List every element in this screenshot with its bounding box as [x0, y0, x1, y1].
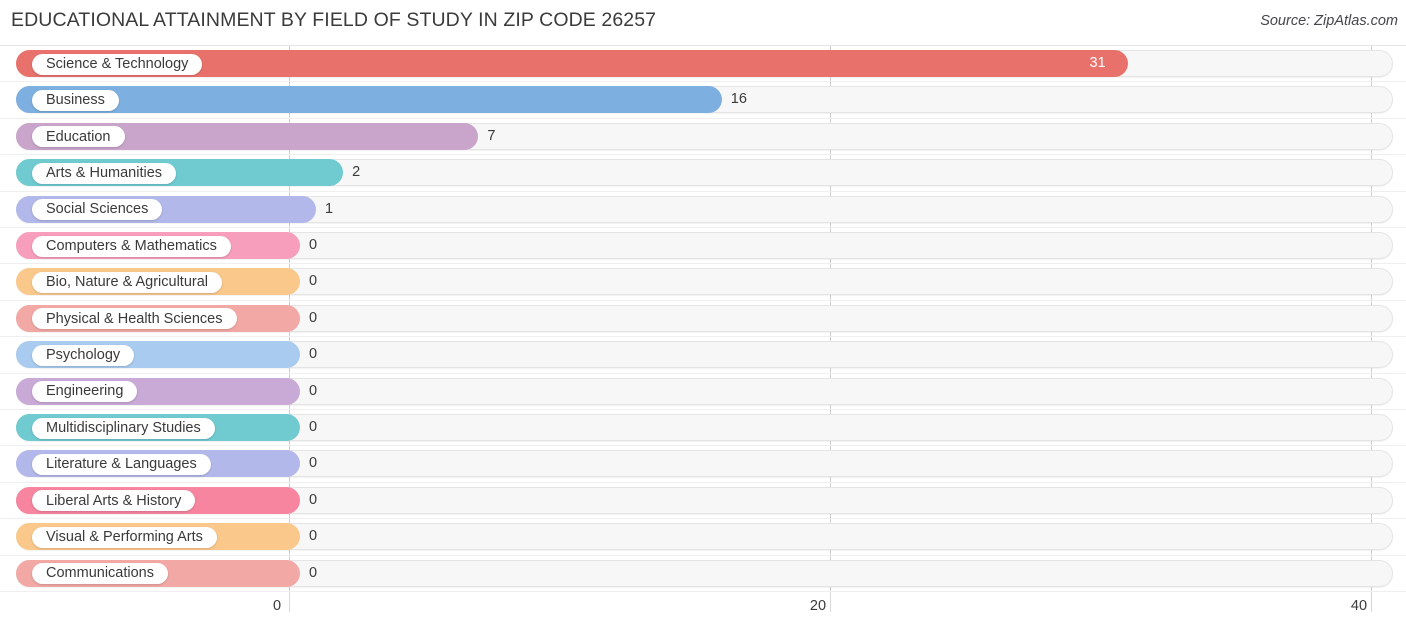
bar-row[interactable]: Visual & Performing Arts 0: [0, 519, 1406, 556]
bar-value-label: 7: [487, 127, 496, 144]
tick-mark-40: [1371, 592, 1372, 612]
bar-value-label: 0: [309, 273, 318, 290]
category-label-pill: Computers & Mathematics: [32, 235, 231, 257]
bar-row[interactable]: Physical & Health Sciences 0: [0, 301, 1406, 338]
category-label-pill: Education: [32, 126, 125, 148]
bar-value-label: 0: [309, 528, 318, 545]
x-tick-label: 20: [809, 598, 827, 614]
bar-value-label: 0: [309, 491, 318, 508]
category-label: Business: [46, 92, 105, 109]
category-label: Bio, Nature & Agricultural: [46, 274, 208, 291]
category-label: Communications: [46, 565, 154, 582]
category-label-pill: Physical & Health Sciences: [32, 308, 237, 330]
category-label: Physical & Health Sciences: [46, 310, 223, 327]
chart-header: EDUCATIONAL ATTAINMENT BY FIELD OF STUDY…: [0, 0, 1406, 46]
category-label: Psychology: [46, 346, 121, 363]
category-label: Multidisciplinary Studies: [46, 419, 201, 436]
category-label: Social Sciences: [46, 201, 149, 218]
category-label-pill: Arts & Humanities: [32, 162, 177, 184]
bar-value-label: 1: [325, 200, 334, 217]
bar-row[interactable]: Arts & Humanities 2: [0, 155, 1406, 192]
page-title: EDUCATIONAL ATTAINMENT BY FIELD OF STUDY…: [11, 9, 657, 31]
category-label-pill: Literature & Languages: [32, 453, 211, 475]
category-label-pill: Science & Technology: [32, 53, 203, 75]
chart-container: EDUCATIONAL ATTAINMENT BY FIELD OF STUDY…: [0, 0, 1406, 631]
category-label-pill: Liberal Arts & History: [32, 490, 196, 512]
tick-mark-20: [830, 592, 831, 612]
bar-value-label: 16: [730, 91, 747, 108]
bar-row[interactable]: Science & Technology 31: [0, 46, 1406, 83]
bar-value-label: 0: [309, 455, 318, 472]
bar-row[interactable]: Business 16: [0, 82, 1406, 119]
bar-value-label: 2: [352, 164, 361, 181]
bar-row[interactable]: Education 7: [0, 119, 1406, 156]
category-label: Arts & Humanities: [46, 164, 163, 181]
category-label-pill: Multidisciplinary Studies: [32, 417, 215, 439]
bar-row[interactable]: Engineering 0: [0, 374, 1406, 410]
category-label-pill: Communications: [32, 563, 168, 585]
category-label: Engineering: [46, 383, 124, 400]
category-label: Visual & Performing Arts: [46, 528, 203, 545]
bar-row[interactable]: Liberal Arts & History 0: [0, 483, 1406, 520]
category-label: Computers & Mathematics: [46, 237, 217, 254]
category-label-pill: Bio, Nature & Agricultural: [32, 271, 222, 293]
category-label-pill: Social Sciences: [32, 199, 163, 221]
category-label: Science & Technology: [46, 55, 189, 72]
category-label-pill: Engineering: [32, 381, 138, 403]
x-tick-label: 40: [1350, 598, 1368, 614]
bar-value-label: 0: [309, 346, 318, 363]
x-tick-label: 0: [272, 598, 282, 614]
bar-row[interactable]: Multidisciplinary Studies 0: [0, 410, 1406, 447]
bar-row[interactable]: Communications 0: [0, 556, 1406, 592]
bar-value-label: 0: [309, 237, 318, 253]
bar-row[interactable]: Computers & Mathematics 0: [0, 228, 1406, 265]
tick-mark-0: [289, 592, 290, 612]
category-label: Education: [46, 128, 111, 145]
bar-value-label: 31: [1089, 55, 1106, 71]
category-label-pill: Business: [32, 89, 119, 111]
bar-row[interactable]: Bio, Nature & Agricultural 0: [0, 264, 1406, 301]
x-axis: 0 20 40: [0, 592, 1406, 631]
bar-fill: [16, 86, 722, 114]
category-label: Liberal Arts & History: [46, 492, 182, 509]
bar-row[interactable]: Psychology 0: [0, 337, 1406, 374]
category-label-pill: Psychology: [32, 344, 135, 366]
bar-value-label: 0: [309, 382, 318, 399]
category-label-pill: Visual & Performing Arts: [32, 526, 217, 548]
source-attribution: Source: ZipAtlas.com: [1260, 13, 1398, 29]
category-label: Literature & Languages: [46, 456, 197, 473]
bar-value-label: 0: [309, 309, 318, 326]
bar-value-label: 0: [309, 564, 318, 581]
bar-value-label: 0: [309, 419, 318, 435]
plot-area: Science & Technology 31 Business 16 Educatio…: [0, 46, 1406, 592]
bar-row[interactable]: Social Sciences 1: [0, 192, 1406, 228]
bar-row[interactable]: Literature & Languages 0: [0, 446, 1406, 483]
